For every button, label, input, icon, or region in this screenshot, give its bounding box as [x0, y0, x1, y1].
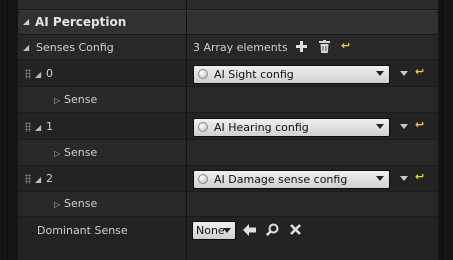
- options-arrow-icon[interactable]: [400, 124, 408, 129]
- collapse-arrow-icon[interactable]: ◢: [35, 175, 41, 184]
- reset-arrow-icon[interactable]: ↩: [415, 65, 424, 78]
- collapse-arrow-icon[interactable]: ◢: [35, 70, 41, 79]
- collapse-arrow-icon[interactable]: ◢: [23, 17, 29, 26]
- magnifier-icon[interactable]: [266, 223, 279, 236]
- collapse-arrow-icon[interactable]: ◢: [35, 123, 41, 132]
- reset-arrow-icon[interactable]: ↩: [415, 118, 424, 131]
- dropdown-value: AI Damage sense config: [214, 173, 348, 186]
- sense-config-dropdown[interactable]: AI Damage sense config: [193, 170, 390, 189]
- details-panel: ◢ AI Perception ◢ Senses Config 3 Array …: [18, 0, 438, 260]
- asset-bulb-icon: [198, 122, 208, 132]
- chevron-down-icon: [376, 124, 384, 129]
- x-icon[interactable]: [290, 224, 301, 235]
- chevron-down-icon: [376, 71, 384, 76]
- drag-handle-icon[interactable]: [25, 69, 31, 79]
- element-index: 1: [46, 120, 53, 133]
- expand-arrow-icon[interactable]: ▷: [54, 200, 60, 209]
- asset-bulb-icon: [198, 174, 208, 184]
- arrow-left-icon[interactable]: [243, 224, 256, 236]
- chevron-down-icon: [376, 176, 384, 181]
- senses-config-label: Senses Config: [36, 41, 114, 54]
- sense-label: Sense: [64, 197, 98, 210]
- dominant-sense-dropdown[interactable]: None: [192, 221, 236, 240]
- trash-icon[interactable]: [319, 40, 330, 53]
- category-ai-perception[interactable]: ◢ AI Perception: [18, 10, 438, 35]
- options-arrow-icon[interactable]: [400, 71, 408, 76]
- left-gutter: [0, 0, 18, 260]
- right-scroll-gutter[interactable]: [438, 0, 453, 260]
- dropdown-value: None: [196, 224, 225, 237]
- array-element-row: ◢ 2 AI Damage sense config ↩: [18, 166, 438, 192]
- element-index: 0: [46, 67, 53, 80]
- sense-subrow: ▷ Sense: [18, 140, 438, 166]
- dominant-sense-label: Dominant Sense: [37, 224, 128, 237]
- collapse-arrow-icon[interactable]: ◢: [23, 43, 29, 52]
- previous-row: [18, 0, 438, 10]
- dropdown-value: AI Hearing config: [214, 121, 309, 134]
- sense-subrow: ▷ Sense: [18, 192, 438, 217]
- options-arrow-icon[interactable]: [400, 176, 408, 181]
- array-count: 3 Array elements: [193, 41, 288, 54]
- chevron-down-icon: [223, 228, 231, 233]
- reset-arrow-icon[interactable]: ↩: [341, 39, 350, 52]
- drag-handle-icon[interactable]: [25, 174, 31, 184]
- array-element-row: ◢ 0 AI Sight config ↩: [18, 60, 438, 87]
- sense-config-dropdown[interactable]: AI Sight config: [193, 65, 390, 84]
- sense-config-dropdown[interactable]: AI Hearing config: [193, 118, 390, 137]
- dropdown-value: AI Sight config: [214, 68, 294, 81]
- expand-arrow-icon[interactable]: ▷: [54, 96, 60, 105]
- array-element-row: ◢ 1 AI Hearing config ↩: [18, 113, 438, 140]
- sense-label: Sense: [64, 93, 98, 106]
- asset-bulb-icon: [198, 69, 208, 79]
- drag-handle-icon[interactable]: [25, 122, 31, 132]
- expand-arrow-icon[interactable]: ▷: [54, 149, 60, 158]
- sense-subrow: ▷ Sense: [18, 87, 438, 113]
- category-title: AI Perception: [35, 15, 127, 29]
- senses-config-row: ◢ Senses Config 3 Array elements ↩: [18, 35, 438, 60]
- element-index: 2: [46, 172, 53, 185]
- plus-icon[interactable]: [296, 41, 307, 52]
- reset-arrow-icon[interactable]: ↩: [415, 170, 424, 183]
- sense-label: Sense: [64, 146, 98, 159]
- column-divider[interactable]: [186, 0, 187, 260]
